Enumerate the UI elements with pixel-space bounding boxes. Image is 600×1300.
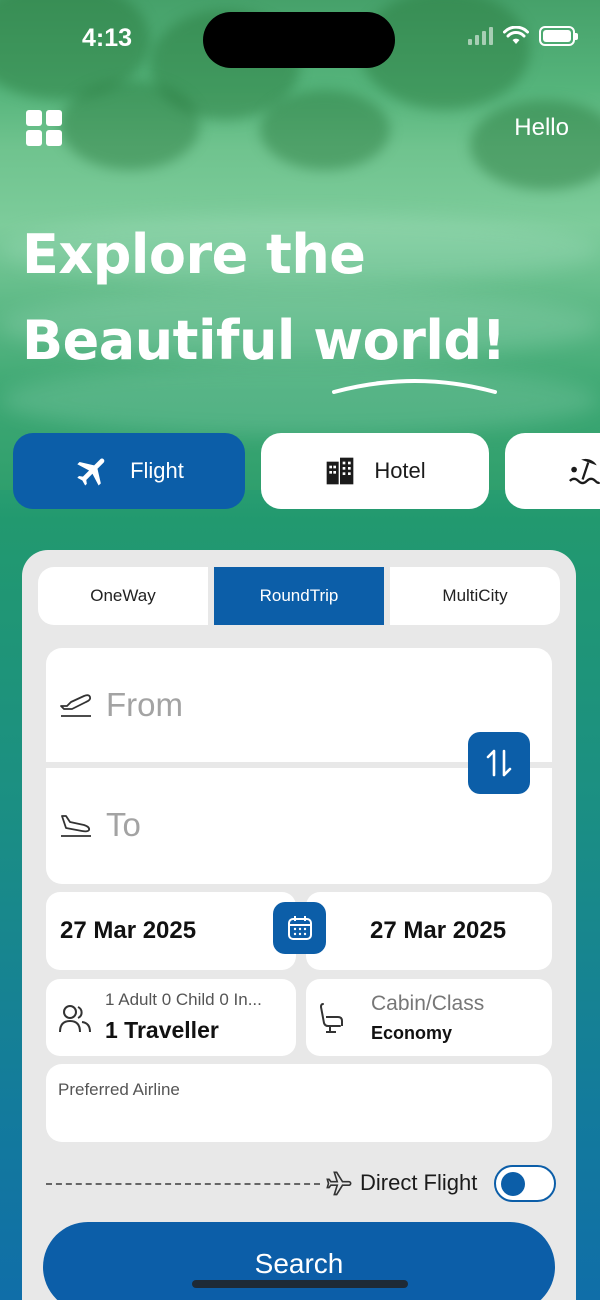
greeting-text: Hello — [514, 114, 569, 141]
building-icon — [326, 457, 354, 485]
travellers-count: 1 Traveller — [105, 1017, 219, 1043]
tab-flight-label: Flight — [130, 458, 184, 483]
service-tabs: Flight Hotel — [13, 433, 600, 509]
swoosh-decoration — [332, 379, 497, 394]
from-placeholder: From — [106, 686, 183, 723]
trip-roundtrip[interactable]: RoundTrip — [214, 567, 384, 625]
plane-outline-icon — [326, 1171, 352, 1196]
tab-flight[interactable]: Flight — [13, 433, 245, 509]
travellers-field[interactable]: 1 Adult 0 Child 0 In... 1 Traveller — [46, 979, 296, 1056]
to-placeholder: To — [106, 806, 141, 843]
airplane-icon — [77, 458, 105, 486]
swap-arrows-icon — [486, 749, 512, 777]
hero-headline-line2: Beautiful world! — [22, 309, 506, 372]
direct-flight-toggle[interactable] — [494, 1165, 556, 1202]
grid-menu-icon[interactable] — [26, 110, 62, 146]
direct-flight-label: Direct Flight — [360, 1170, 478, 1195]
battery-icon — [539, 26, 578, 46]
tab-hotel[interactable]: Hotel — [261, 433, 489, 509]
cabin-value: Economy — [371, 1023, 453, 1043]
dashed-divider — [46, 1183, 320, 1185]
calendar-button[interactable] — [273, 902, 326, 954]
seat-icon — [319, 1003, 343, 1033]
beach-umbrella-icon — [569, 458, 600, 485]
status-time: 4:13 — [82, 24, 133, 52]
preferred-airline-label: Preferred Airline — [58, 1080, 180, 1099]
cabin-label: Cabin/Class — [371, 992, 485, 1015]
app-screen: 4:13 Hello Explore the Beautiful world! … — [0, 0, 600, 1300]
cellular-signal-icon — [468, 27, 493, 45]
travellers-summary: 1 Adult 0 Child 0 In... — [105, 990, 262, 1009]
return-date-field[interactable]: 27 Mar 2025 — [306, 892, 552, 970]
trip-multicity[interactable]: MultiCity — [390, 567, 560, 625]
home-indicator — [192, 1280, 408, 1288]
tab-hotel-label: Hotel — [374, 458, 426, 483]
hero-headline-line1: Explore the — [22, 223, 366, 286]
hero-headline: Explore the Beautiful world! — [22, 212, 592, 384]
dynamic-island — [203, 12, 395, 68]
preferred-airline-field[interactable]: Preferred Airline — [46, 1064, 552, 1142]
people-icon — [59, 1005, 91, 1033]
swap-button[interactable] — [468, 732, 530, 794]
takeoff-icon — [60, 694, 92, 717]
depart-date-field[interactable]: 27 Mar 2025 — [46, 892, 296, 970]
search-button[interactable]: Search — [43, 1222, 555, 1300]
calendar-icon — [287, 916, 312, 940]
tab-holiday[interactable] — [505, 433, 600, 509]
status-icons — [468, 26, 578, 46]
depart-date: 27 Mar 2025 — [60, 917, 197, 944]
landing-icon — [61, 815, 91, 837]
wifi-icon — [503, 26, 529, 44]
trip-type-selector: OneWay RoundTrip MultiCity — [38, 567, 560, 625]
cabin-class-field[interactable]: Cabin/Class Economy — [306, 979, 552, 1056]
trip-oneway[interactable]: OneWay — [38, 567, 208, 625]
return-date: 27 Mar 2025 — [370, 917, 507, 944]
